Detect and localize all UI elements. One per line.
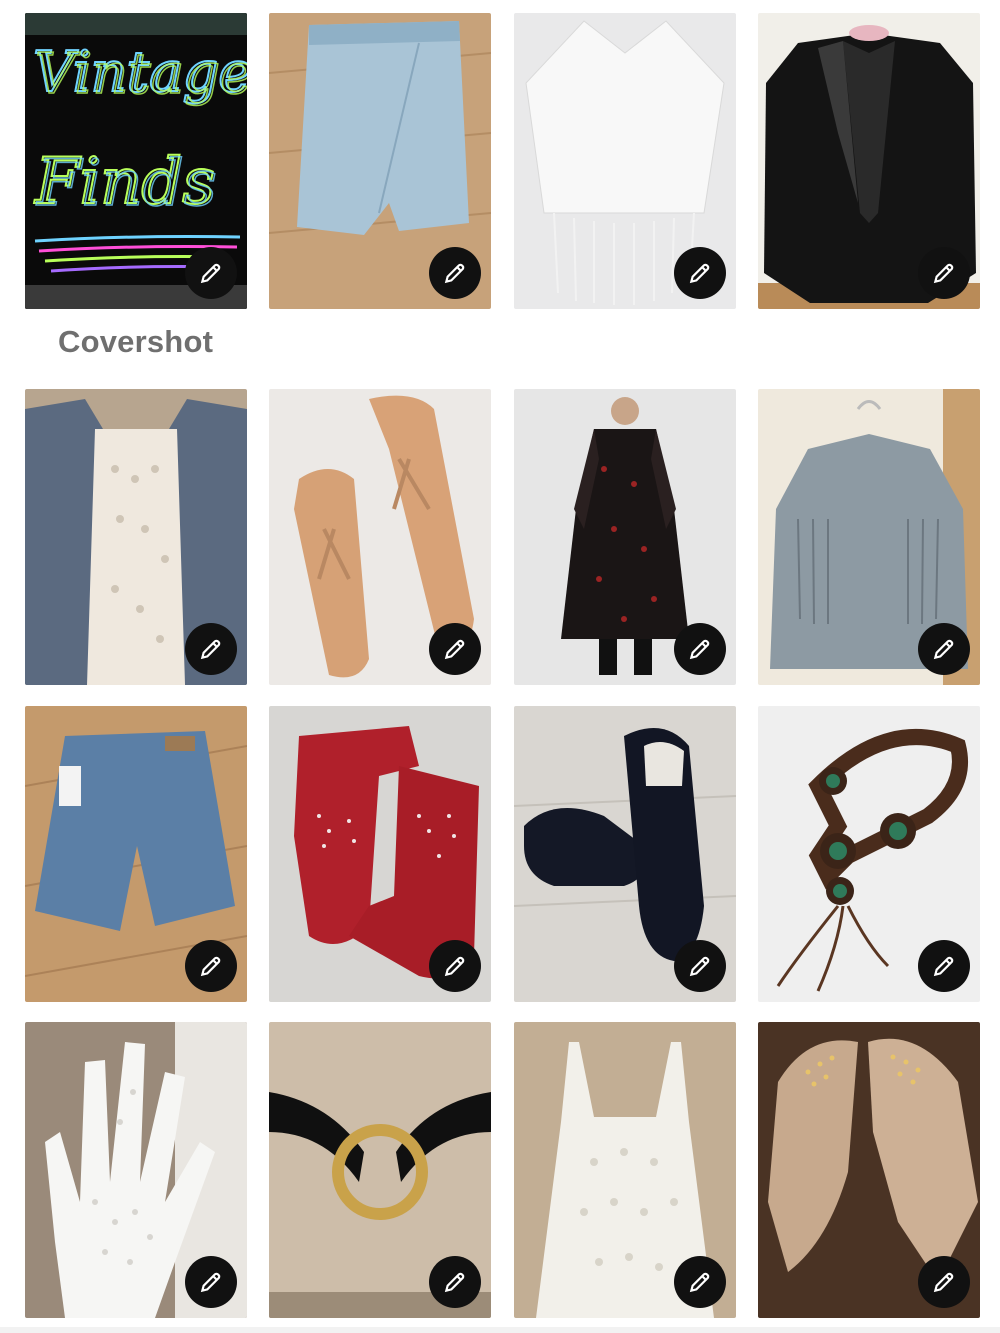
edit-button[interactable] (674, 247, 726, 299)
edit-button[interactable] (674, 623, 726, 675)
white-fringe-poncho[interactable] (514, 13, 736, 309)
black-ring-belt[interactable] (269, 1022, 491, 1318)
denim-cutoff-shorts[interactable] (25, 706, 247, 1002)
denim-wrap-skort[interactable] (269, 13, 491, 309)
pencil-icon (200, 263, 221, 284)
pencil-icon (200, 956, 221, 977)
pencil-icon (444, 639, 465, 660)
pencil-icon (933, 1272, 954, 1293)
studded-suede-booties[interactable] (758, 1022, 980, 1318)
leather-concho-belt[interactable] (758, 706, 980, 1002)
edit-button[interactable] (918, 940, 970, 992)
edit-button[interactable] (429, 623, 481, 675)
black-beaded-blazer[interactable] (758, 13, 980, 309)
pencil-icon (444, 263, 465, 284)
cover-art-line1-echo: Vintage (35, 42, 247, 107)
lace-top-denim-jacket[interactable] (25, 389, 247, 685)
edit-button[interactable] (918, 623, 970, 675)
pencil-icon (689, 263, 710, 284)
tan-thong-sandals[interactable] (269, 389, 491, 685)
edit-button[interactable] (429, 940, 481, 992)
pencil-icon (444, 956, 465, 977)
edit-button[interactable] (185, 623, 237, 675)
pencil-icon (933, 956, 954, 977)
red-cowboy-boots[interactable] (269, 706, 491, 1002)
cover-art-line2-echo: Finds (36, 147, 217, 221)
vintage-finds-cover[interactable]: Vintage Vintage Finds Finds (25, 13, 247, 309)
edit-button[interactable] (185, 940, 237, 992)
white-crochet-tank[interactable] (514, 1022, 736, 1318)
pencil-icon (444, 1272, 465, 1293)
pencil-icon (689, 956, 710, 977)
denim-fringe-jacket[interactable] (758, 389, 980, 685)
edit-button[interactable] (185, 247, 237, 299)
pencil-icon (689, 639, 710, 660)
white-crochet-glove[interactable] (25, 1022, 247, 1318)
pencil-icon (933, 639, 954, 660)
covershot-label: Covershot (58, 324, 214, 359)
pencil-icon (689, 1272, 710, 1293)
edit-button[interactable] (429, 247, 481, 299)
edit-button[interactable] (185, 1256, 237, 1308)
black-suede-loafers[interactable] (514, 706, 736, 1002)
edit-button[interactable] (674, 940, 726, 992)
pencil-icon (200, 639, 221, 660)
bottom-edge (0, 1327, 1000, 1333)
black-red-floral-sheer-dress[interactable] (514, 389, 736, 685)
edit-button[interactable] (918, 247, 970, 299)
edit-button[interactable] (918, 1256, 970, 1308)
pencil-icon (933, 263, 954, 284)
pencil-icon (200, 1272, 221, 1293)
edit-button[interactable] (429, 1256, 481, 1308)
edit-button[interactable] (674, 1256, 726, 1308)
